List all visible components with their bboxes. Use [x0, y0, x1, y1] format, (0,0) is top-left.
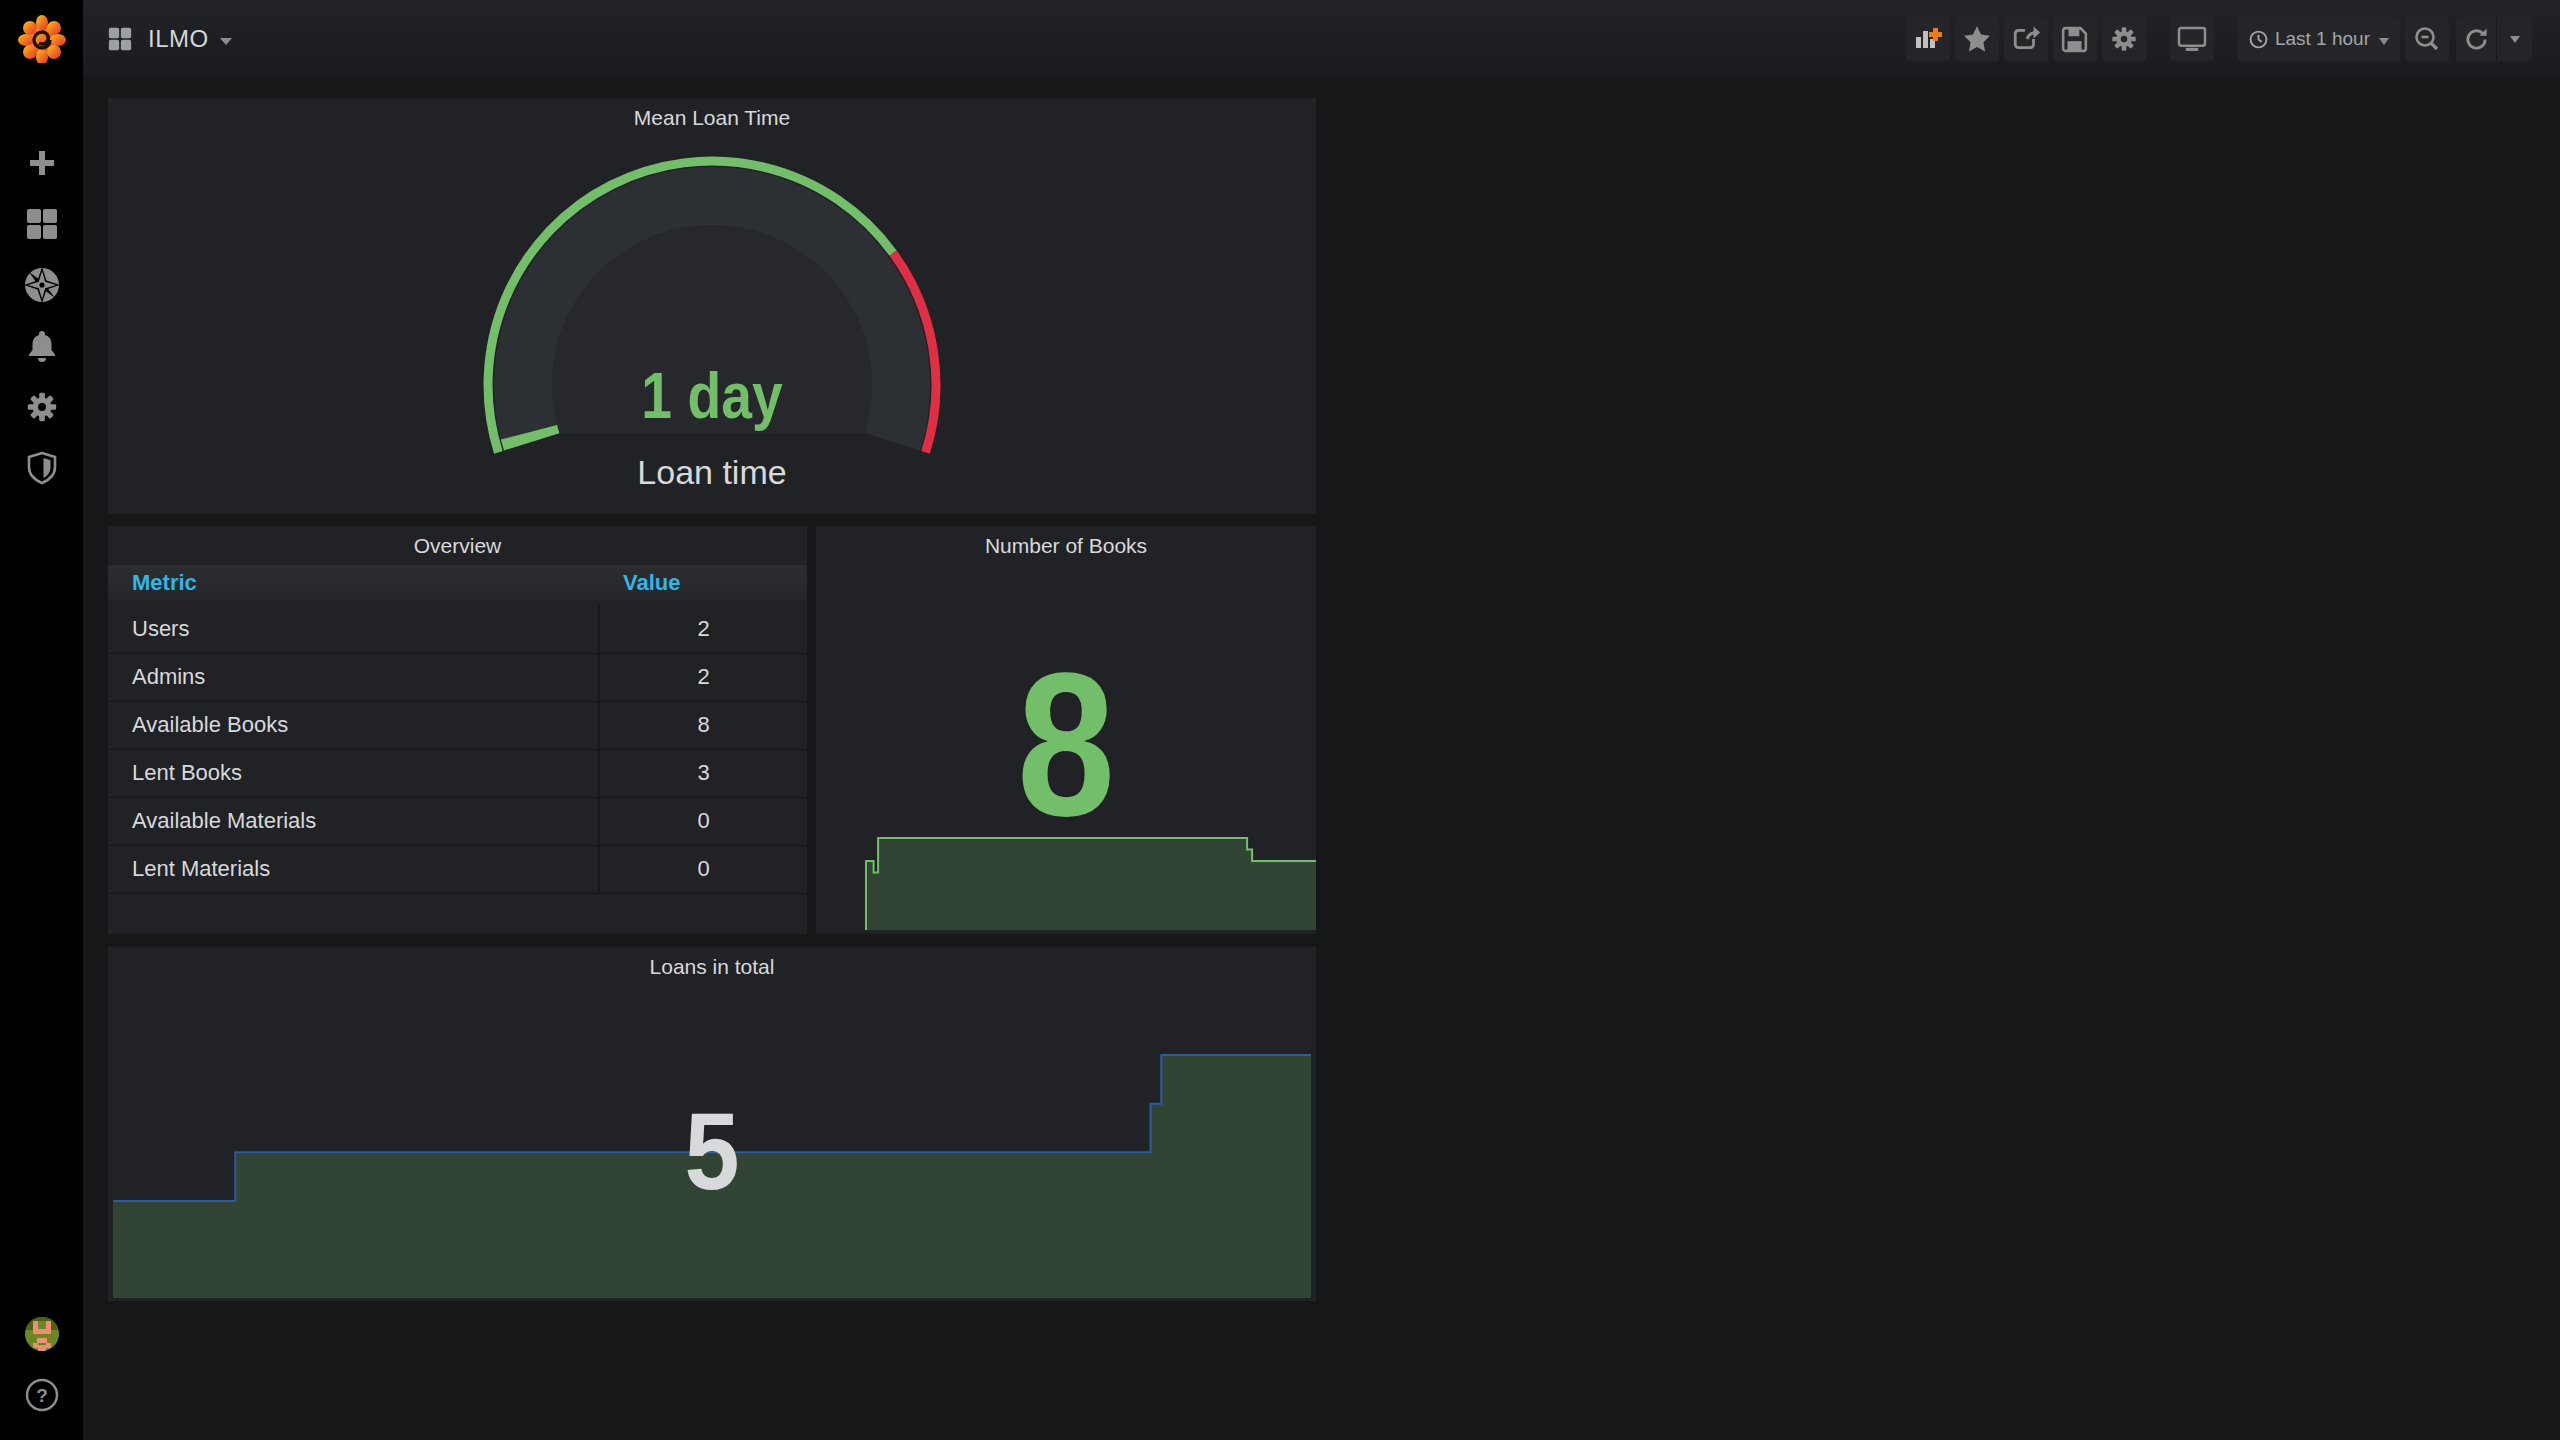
loans-stat-value: 5 — [168, 1087, 1255, 1214]
table-row[interactable]: Users2 — [108, 605, 807, 653]
column-header-metric[interactable]: Metric — [108, 565, 599, 600]
explore-compass-icon[interactable] — [22, 265, 62, 305]
share-button[interactable] — [2004, 17, 2048, 61]
panel-overview: Overview Metric Value Users2Admins2Avail… — [108, 526, 807, 934]
chevron-down-icon — [220, 38, 232, 45]
time-range-picker[interactable]: Last 1 hour — [2238, 17, 2400, 61]
dashboard-title-group[interactable]: ILMO — [108, 25, 232, 53]
refresh-icon[interactable] — [2456, 17, 2496, 61]
metric-cell: Available Materials — [108, 797, 599, 845]
save-button[interactable] — [2053, 17, 2097, 61]
refresh-button-group[interactable] — [2456, 17, 2532, 61]
settings-gear-button[interactable] — [2102, 17, 2146, 61]
security-shield-icon[interactable] — [22, 448, 62, 488]
panel-number-of-books: Number of Books 8 — [816, 526, 1316, 934]
add-icon[interactable] — [22, 143, 62, 183]
configuration-gear-icon[interactable] — [22, 387, 62, 427]
dashboard-grid-icon — [108, 27, 132, 51]
books-stat-value: 8 — [851, 626, 1281, 862]
table-row[interactable]: Available Books8 — [108, 701, 807, 749]
navbar: ILMO — [83, 0, 2560, 78]
table-row[interactable]: Lent Books3 — [108, 749, 807, 797]
add-panel-button[interactable] — [1906, 17, 1950, 61]
zoom-out-button[interactable] — [2405, 17, 2449, 61]
overview-table: Metric Value Users2Admins2Available Book… — [108, 565, 807, 894]
metric-cell: Available Books — [108, 701, 599, 749]
table-row[interactable]: Admins2 — [108, 653, 807, 701]
column-header-value[interactable]: Value — [599, 565, 807, 600]
dashboard-canvas: Mean Loan Time 1 day Loan time Overview … — [83, 78, 2560, 1440]
chevron-down-icon — [2510, 36, 2520, 43]
gauge-label: Loan time — [108, 453, 1316, 492]
alerting-bell-icon[interactable] — [22, 326, 62, 366]
panel-title[interactable]: Loans in total — [108, 955, 1316, 979]
panel-mean-loan-time: Mean Loan Time 1 day Loan time — [108, 98, 1316, 514]
metric-cell: Lent Materials — [108, 845, 599, 893]
help-icon[interactable]: ? — [25, 1378, 59, 1412]
metric-cell: Admins — [108, 653, 599, 701]
table-row[interactable]: Lent Materials0 — [108, 845, 807, 893]
panel-title[interactable]: Mean Loan Time — [108, 106, 1316, 130]
star-button[interactable] — [1955, 17, 1999, 61]
svg-text:?: ? — [36, 1385, 48, 1406]
chevron-down-icon — [2379, 38, 2389, 45]
sidebar: ? — [0, 0, 83, 1440]
clock-icon — [2249, 30, 2268, 49]
dashboard-title: ILMO — [148, 25, 209, 53]
value-cell: 2 — [599, 605, 807, 653]
panel-loans-in-total: Loans in total 5 — [108, 947, 1316, 1301]
dashboards-icon[interactable] — [22, 204, 62, 244]
grafana-logo-icon[interactable] — [18, 15, 66, 63]
metric-cell: Lent Books — [108, 749, 599, 797]
value-cell: 0 — [599, 845, 807, 893]
metric-cell: Users — [108, 605, 599, 653]
cycle-view-button[interactable] — [2170, 17, 2214, 61]
time-range-label: Last 1 hour — [2275, 28, 2370, 50]
value-cell: 8 — [599, 701, 807, 749]
value-cell: 3 — [599, 749, 807, 797]
avatar[interactable] — [24, 1316, 60, 1352]
table-row[interactable]: Available Materials0 — [108, 797, 807, 845]
panel-title[interactable]: Overview — [108, 534, 807, 558]
gauge-chart — [108, 98, 1316, 514]
panel-title[interactable]: Number of Books — [816, 534, 1316, 558]
value-cell: 0 — [599, 797, 807, 845]
refresh-interval-dropdown[interactable] — [2496, 17, 2532, 61]
value-cell: 2 — [599, 653, 807, 701]
gauge-value: 1 day — [199, 358, 1226, 433]
